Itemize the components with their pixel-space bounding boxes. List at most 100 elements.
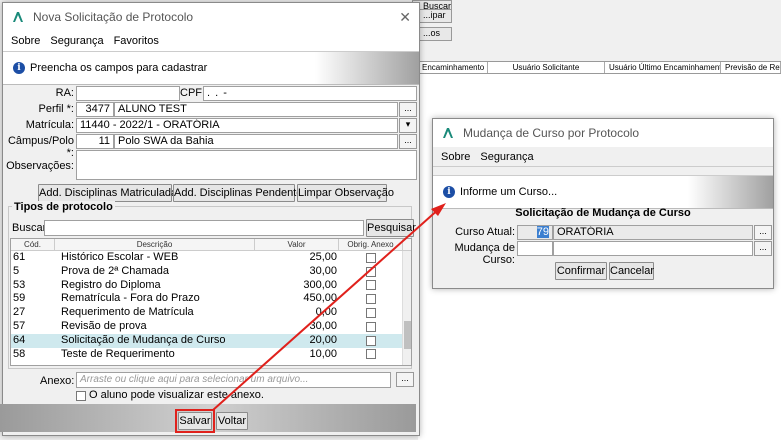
table-row[interactable]: 58 Teste de Requerimento 10,00 <box>11 348 411 362</box>
row-valor: 0,00 <box>315 306 337 319</box>
mudanca-curso-heading: Solicitação de Mudança de Curso <box>515 207 691 219</box>
observacoes-label: Observações: <box>6 160 74 172</box>
dialog2-menu-sobre[interactable]: Sobre <box>441 151 470 163</box>
perfil-code-input[interactable]: 3477 <box>76 102 114 117</box>
row-descricao: Teste de Requerimento <box>61 347 175 360</box>
grid-header-valor[interactable]: Valor <box>255 239 339 250</box>
pesquisar-button[interactable]: Pesquisar <box>366 219 416 237</box>
obrig-anexo-checkbox[interactable] <box>366 280 376 291</box>
matricula-dropdown-button[interactable]: ▾ <box>399 118 417 133</box>
dialog2-info-bar: i Informe um Curso... <box>433 175 773 209</box>
perfil-label: Perfil *: <box>38 103 74 115</box>
buscar-label: Buscar: <box>12 222 50 234</box>
table-row[interactable]: 59 Rematrícula - Fora do Prazo 450,00 <box>11 292 411 306</box>
obrig-anexo-checkbox[interactable] <box>366 349 376 360</box>
row-valor: 25,00 <box>309 251 337 263</box>
dialog2-titlebar: Mudança de Curso por Protocolo <box>433 119 773 147</box>
ra-input[interactable] <box>76 86 180 101</box>
grid-header-obrig-anexo[interactable]: Obrig. Anexo <box>339 239 403 250</box>
ra-label: RA: <box>55 87 74 99</box>
grid-scroll-thumb[interactable] <box>404 321 411 349</box>
cancelar-button[interactable]: Cancelar <box>609 262 654 280</box>
info-bar: i Preencha os campos para cadastrar <box>3 51 419 85</box>
grid-scrollbar[interactable] <box>402 251 411 365</box>
voltar-button[interactable]: Voltar <box>216 412 248 430</box>
row-obrig-anexo <box>339 306 403 320</box>
table-row[interactable]: 64 Solicitação de Mudança de Curso 20,00 <box>11 333 411 348</box>
menu-bar: Sobre Segurança Favoritos <box>3 31 419 51</box>
app-logo-icon <box>11 10 25 24</box>
row-descricao: Rematrícula - Fora do Prazo <box>61 292 200 305</box>
close-icon[interactable]: ✕ <box>399 9 411 26</box>
info-icon: i <box>13 62 25 74</box>
mudanca-curso-code-input[interactable] <box>517 241 553 256</box>
anexo-dropzone[interactable]: Arraste ou clique aqui para selecionar u… <box>76 372 391 388</box>
perfil-lookup-button[interactable]: ... <box>399 102 417 117</box>
row-cod: 61 <box>13 251 26 263</box>
row-obrig-anexo <box>339 279 403 293</box>
grid-header-cod[interactable]: Cód. <box>11 239 55 250</box>
campus-label: Câmpus/Polo *: <box>7 135 74 159</box>
app-logo-icon <box>441 126 455 140</box>
grid-rows: 61 Histórico Escolar - WEB 25,00 5 Prova de … <box>11 251 411 361</box>
row-cod: 59 <box>13 292 26 305</box>
row-obrig-anexo <box>339 292 403 306</box>
obrig-anexo-checkbox[interactable] <box>366 266 376 277</box>
row-cod: 53 <box>13 278 26 291</box>
limpar-observacao-button[interactable]: Limpar Observação <box>297 184 394 202</box>
table-row[interactable]: 53 Registro do Diploma 300,00 <box>11 279 411 293</box>
menu-favoritos[interactable]: Favoritos <box>114 35 159 47</box>
obrig-anexo-checkbox[interactable] <box>366 252 376 263</box>
row-valor: 300,00 <box>303 278 337 291</box>
curso-atual-code: 79 <box>536 226 549 238</box>
table-row[interactable]: 57 Revisão de prova 30,00 <box>11 320 411 334</box>
add-disciplinas-matriculadas-button[interactable]: Add. Disciplinas Matriculadas <box>38 184 183 202</box>
matricula-label: Matrícula: <box>25 119 74 131</box>
cpf-input[interactable]: . . - <box>203 86 417 101</box>
table-row[interactable]: 5 Prova de 2ª Chamada 30,00 <box>11 265 411 279</box>
obrig-anexo-checkbox[interactable] <box>366 321 376 332</box>
campus-code-input[interactable]: 11 <box>76 134 114 149</box>
campus-lookup-button[interactable]: ... <box>399 134 417 149</box>
obrig-anexo-checkbox[interactable] <box>366 294 376 305</box>
bg-col-previsao: Previsão de Retor <box>721 62 781 73</box>
matricula-select[interactable]: 11440 - 2022/1 - ORATÓRIA <box>76 118 398 133</box>
buscar-input[interactable] <box>44 220 364 236</box>
row-descricao: Revisão de prova <box>61 319 147 332</box>
bg-col-encaminhamento: Encaminhamento <box>418 62 488 73</box>
bg-col-usuario-ultimo: Usuário Último Encaminhamento <box>605 62 721 73</box>
dialog-titlebar: Nova Solicitação de Protocolo ✕ <box>3 3 419 31</box>
mudanca-curso-lookup-button[interactable]: ... <box>754 241 772 256</box>
row-cod: 64 <box>13 333 26 346</box>
visualizar-anexo-label: O aluno pode visualizar este anexo. <box>89 389 264 401</box>
curso-atual-name-field: ORATÓRIA <box>553 225 753 240</box>
grid-header-descricao[interactable]: Descrição <box>55 239 255 250</box>
visualizar-anexo-checkbox[interactable] <box>76 391 86 401</box>
row-obrig-anexo <box>339 348 403 362</box>
perfil-name-field: ALUNO TEST <box>114 102 398 117</box>
add-disciplinas-pendentes-button[interactable]: Add. Disciplinas Pendentes <box>173 184 308 202</box>
obrig-anexo-checkbox[interactable] <box>366 335 376 346</box>
obrig-anexo-checkbox[interactable] <box>366 308 376 319</box>
dialog2-menu-bar: Sobre Segurança <box>433 147 773 167</box>
row-obrig-anexo <box>339 334 403 348</box>
menu-seguranca[interactable]: Segurança <box>50 35 103 47</box>
grid-header: Cód. Descrição Valor Obrig. Anexo <box>11 239 411 251</box>
bg-col-usuario-solicitante: Usuário Solicitante <box>488 62 605 73</box>
info-icon: i <box>443 186 455 198</box>
curso-atual-lookup-button[interactable]: ... <box>754 225 772 240</box>
menu-sobre[interactable]: Sobre <box>11 35 40 47</box>
confirmar-button[interactable]: Confirmar <box>555 262 607 280</box>
cpf-label: CPF: <box>180 87 206 99</box>
mudanca-curso-label: Mudança de Curso: <box>454 242 515 266</box>
mudanca-curso-dialog: Mudança de Curso por Protocolo Sobre Seg… <box>432 118 774 289</box>
row-valor: 30,00 <box>309 319 337 332</box>
observacoes-textarea[interactable] <box>76 150 417 180</box>
row-obrig-anexo <box>339 320 403 334</box>
row-descricao: Registro do Diploma <box>61 278 161 291</box>
table-row[interactable]: 61 Histórico Escolar - WEB 25,00 <box>11 251 411 265</box>
table-row[interactable]: 27 Requerimento de Matrícula 0,00 <box>11 306 411 320</box>
dialog2-menu-seguranca[interactable]: Segurança <box>480 151 533 163</box>
mudanca-curso-name-field <box>553 241 753 256</box>
anexo-browse-button[interactable]: ... <box>396 372 414 387</box>
